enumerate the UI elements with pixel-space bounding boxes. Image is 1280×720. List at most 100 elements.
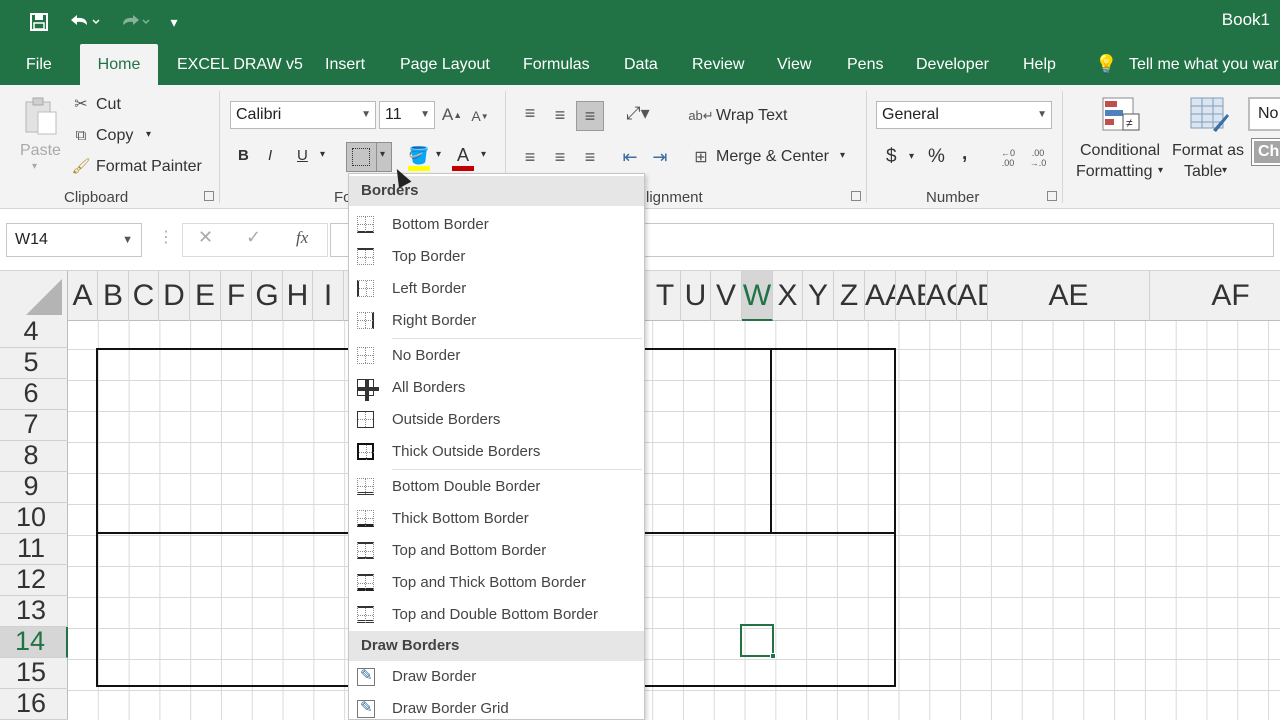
- tab-excel-draw[interactable]: EXCEL DRAW v5: [177, 44, 303, 85]
- conditional-dropdown-icon[interactable]: ▾: [1158, 165, 1163, 176]
- menu-item-bottom-double-border[interactable]: Bottom Double Border: [349, 471, 644, 503]
- column-header[interactable]: AA: [865, 271, 896, 321]
- number-launcher-icon[interactable]: [1047, 191, 1057, 201]
- column-header[interactable]: U: [681, 271, 711, 321]
- column-header[interactable]: Y: [803, 271, 834, 321]
- cancel-icon[interactable]: ✕: [198, 227, 213, 248]
- redo-icon[interactable]: [114, 8, 154, 36]
- currency-dropdown-icon[interactable]: ▾: [909, 151, 914, 162]
- font-name-combo[interactable]: Calibri ▼: [230, 101, 376, 129]
- column-header[interactable]: E: [190, 271, 221, 321]
- row-header[interactable]: 7: [0, 410, 68, 441]
- column-header[interactable]: T: [650, 271, 681, 321]
- column-header[interactable]: C: [129, 271, 159, 321]
- insert-function-icon[interactable]: fx: [296, 228, 308, 248]
- column-header-selected[interactable]: W: [742, 271, 773, 321]
- font-color-dropdown-icon[interactable]: ▾: [481, 149, 486, 160]
- borders-button[interactable]: ▾: [346, 142, 392, 172]
- format-painter-button[interactable]: Format Painter: [96, 158, 202, 176]
- paste-dropdown-icon[interactable]: ▾: [32, 161, 37, 172]
- decrease-font-icon[interactable]: A ▼: [470, 105, 490, 127]
- tab-home[interactable]: Home: [80, 44, 158, 85]
- percent-button[interactable]: %: [928, 146, 945, 168]
- format-table-dropdown-icon[interactable]: ▾: [1222, 165, 1227, 176]
- column-header[interactable]: AF: [1150, 271, 1280, 321]
- column-header[interactable]: B: [98, 271, 129, 321]
- enter-icon[interactable]: ✓: [246, 227, 261, 248]
- row-header[interactable]: 16: [0, 689, 68, 720]
- menu-item-thick-bottom-border[interactable]: Thick Bottom Border: [349, 503, 644, 535]
- align-top-icon[interactable]: ≡: [518, 101, 542, 125]
- menu-item-no-border[interactable]: No Border: [349, 340, 644, 372]
- increase-decimal-icon[interactable]: ←0.00: [996, 145, 1020, 171]
- cut-button[interactable]: Cut: [96, 96, 121, 114]
- menu-item-draw-border[interactable]: Draw Border: [349, 661, 644, 693]
- row-header[interactable]: 10: [0, 503, 68, 534]
- column-header[interactable]: AC: [926, 271, 957, 321]
- row-header[interactable]: 15: [0, 658, 68, 689]
- column-header[interactable]: I: [313, 271, 344, 321]
- fill-handle[interactable]: [770, 653, 776, 659]
- tab-review[interactable]: Review: [692, 44, 744, 85]
- menu-item-all-borders[interactable]: All Borders: [349, 372, 644, 404]
- column-header[interactable]: F: [221, 271, 252, 321]
- align-left-icon[interactable]: ≡: [518, 145, 542, 169]
- format-as-table-line1[interactable]: Format as: [1172, 142, 1244, 160]
- row-header[interactable]: 13: [0, 596, 68, 627]
- column-header[interactable]: AE: [988, 271, 1150, 321]
- undo-icon[interactable]: [64, 8, 104, 36]
- tab-pens[interactable]: Pens: [847, 44, 883, 85]
- bold-button[interactable]: B: [238, 147, 249, 164]
- italic-button[interactable]: I: [268, 147, 272, 164]
- decrease-indent-icon[interactable]: ⇤: [618, 145, 642, 169]
- tab-page-layout[interactable]: Page Layout: [400, 44, 490, 85]
- underline-dropdown-icon[interactable]: ▾: [320, 149, 325, 160]
- customize-qat-icon[interactable]: ▾: [164, 8, 184, 36]
- conditional-formatting-line2[interactable]: Formatting: [1076, 163, 1152, 181]
- save-icon[interactable]: [24, 8, 54, 36]
- menu-item-thick-outside-borders[interactable]: Thick Outside Borders: [349, 436, 644, 468]
- menu-item-top-border[interactable]: Top Border: [349, 241, 644, 273]
- menu-item-right-border[interactable]: Right Border: [349, 305, 644, 337]
- menu-item-top-and-thick-bottom-border[interactable]: Top and Thick Bottom Border: [349, 567, 644, 599]
- align-middle-icon[interactable]: ≡: [548, 103, 572, 127]
- column-header[interactable]: H: [283, 271, 313, 321]
- menu-item-top-and-bottom-border[interactable]: Top and Bottom Border: [349, 535, 644, 567]
- tab-insert[interactable]: Insert: [325, 44, 365, 85]
- comma-button[interactable]: ,: [962, 143, 967, 165]
- column-header[interactable]: G: [252, 271, 283, 321]
- font-color-icon[interactable]: A: [452, 144, 474, 166]
- copy-dropdown-icon[interactable]: ▾: [146, 129, 151, 140]
- column-header[interactable]: V: [711, 271, 742, 321]
- menu-item-top-and-double-bottom-border[interactable]: Top and Double Bottom Border: [349, 599, 644, 631]
- tab-developer[interactable]: Developer: [916, 44, 989, 85]
- increase-font-icon[interactable]: A ▲: [442, 103, 462, 127]
- paste-button[interactable]: Paste: [20, 142, 61, 160]
- column-header[interactable]: A: [68, 271, 98, 321]
- menu-item-left-border[interactable]: Left Border: [349, 273, 644, 305]
- menu-item-bottom-border[interactable]: Bottom Border: [349, 209, 644, 241]
- cell-area[interactable]: [68, 321, 1280, 720]
- underline-button[interactable]: U: [297, 147, 308, 164]
- column-header[interactable]: Z: [834, 271, 865, 321]
- format-as-table-line2[interactable]: Table: [1184, 163, 1222, 181]
- align-right-icon[interactable]: ≡: [578, 145, 602, 169]
- number-format-combo[interactable]: General ▼: [876, 101, 1052, 129]
- row-header[interactable]: 6: [0, 379, 68, 410]
- row-header[interactable]: 11: [0, 534, 68, 565]
- currency-button[interactable]: $: [886, 146, 897, 168]
- column-header[interactable]: D: [159, 271, 190, 321]
- style-check-cell[interactable]: Ch: [1251, 138, 1280, 166]
- tab-formulas[interactable]: Formulas: [523, 44, 590, 85]
- tell-me-search[interactable]: Tell me what you war: [1129, 44, 1278, 85]
- align-center-icon[interactable]: ≡: [548, 145, 572, 169]
- conditional-formatting-line1[interactable]: Conditional: [1080, 142, 1160, 160]
- tab-data[interactable]: Data: [624, 44, 658, 85]
- select-all-corner[interactable]: [0, 271, 68, 321]
- merge-center-button[interactable]: Merge & Center: [716, 148, 829, 166]
- row-header-selected[interactable]: 14: [0, 627, 68, 658]
- paste-icon[interactable]: [20, 95, 60, 139]
- tab-file[interactable]: File: [26, 44, 52, 85]
- lightbulb-icon[interactable]: 💡: [1095, 44, 1117, 85]
- row-header[interactable]: 8: [0, 441, 68, 472]
